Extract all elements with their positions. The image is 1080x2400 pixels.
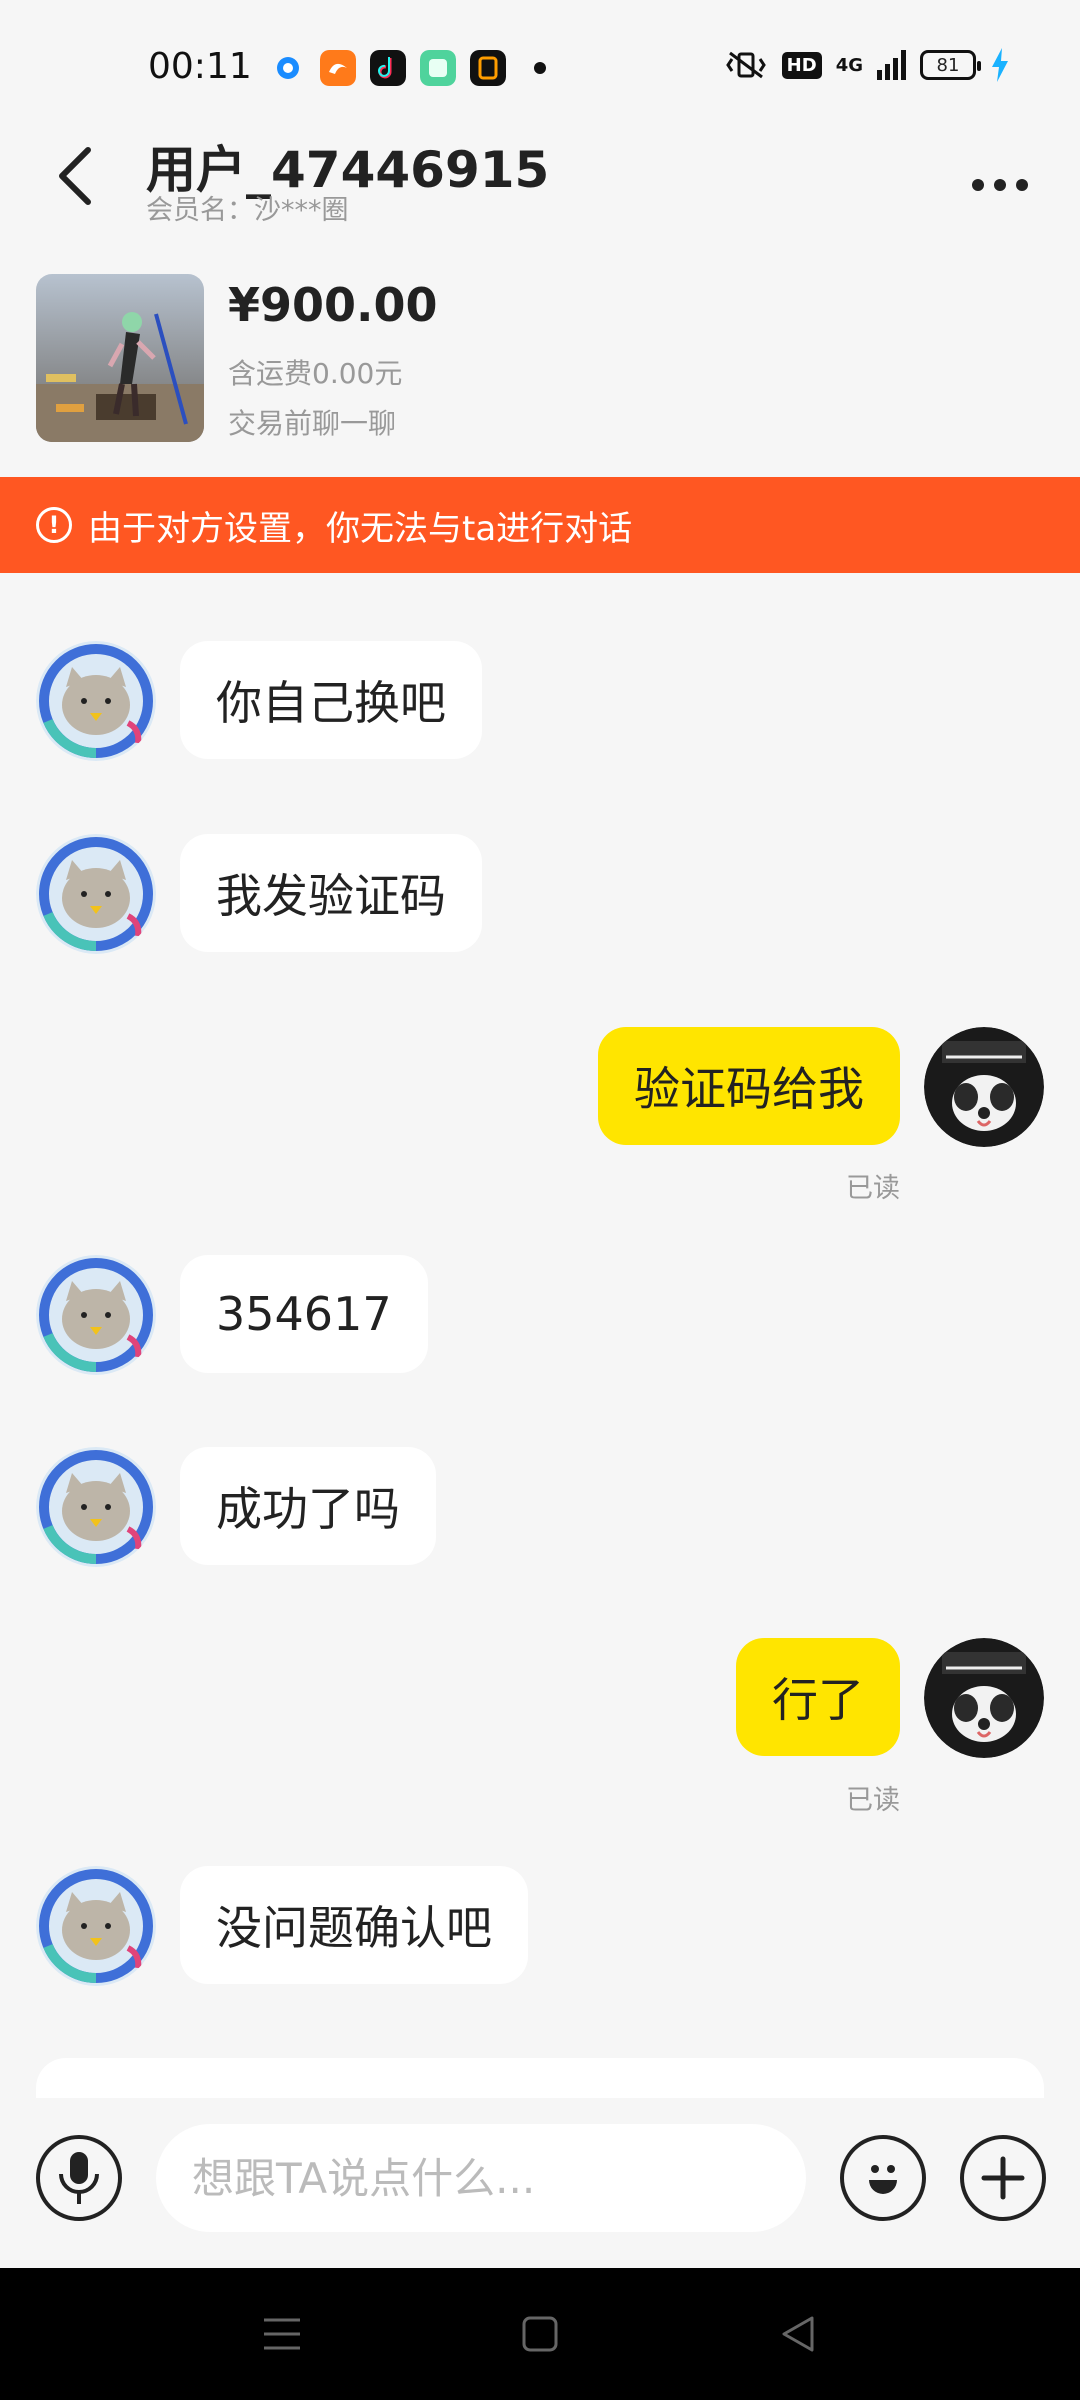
home-square-icon [522, 2316, 558, 2352]
status-bar: 00:11 HD 4G 81 [0, 0, 1080, 130]
message-bubble[interactable]: 验证码给我 [598, 1027, 900, 1145]
shipping-info: 含运费0.00元 [228, 357, 403, 390]
back-nav-button[interactable] [768, 2308, 828, 2360]
seller-avatar[interactable] [36, 1255, 156, 1375]
emoji-button[interactable] [840, 2135, 926, 2221]
warning-icon: ! [36, 507, 72, 543]
message-bubble[interactable]: 没问题确认吧 [180, 1866, 528, 1984]
warning-text: 由于对方设置，你无法与ta进行对话 [88, 508, 633, 549]
message-bubble[interactable]: 354617 [180, 1255, 428, 1373]
voice-button[interactable] [36, 2135, 122, 2221]
chat-tip: 交易前聊一聊 [228, 407, 397, 440]
input-bar [0, 2098, 1080, 2268]
message-incoming: 没问题确认吧 [36, 1866, 528, 1986]
message-incoming: 354617 [36, 1255, 428, 1375]
more-dot [972, 179, 984, 191]
product-price: ¥900.00 [228, 278, 438, 332]
back-button[interactable] [36, 136, 116, 216]
message-bubble[interactable]: 你自己换吧 [180, 641, 482, 759]
hd-badge: HD [781, 51, 822, 79]
seller-avatar[interactable] [36, 641, 156, 761]
back-triangle-icon [782, 2316, 814, 2352]
seller-avatar[interactable] [36, 1866, 156, 1986]
system-navigation-bar [0, 2268, 1080, 2400]
message-input[interactable] [156, 2124, 806, 2232]
menu-icon [264, 2318, 300, 2350]
network-type: 4G [835, 54, 863, 76]
message-incoming: 成功了吗 [36, 1447, 436, 1567]
chat-header: 用户_47446915 会员名：沙***圈 [0, 130, 1080, 260]
more-options-button[interactable] [960, 160, 1040, 210]
menu-nav-button[interactable] [252, 2308, 312, 2360]
read-status: 已读 [846, 1785, 900, 1816]
product-card[interactable]: ¥900.00 含运费0.00元 交易前聊一聊 [0, 262, 1080, 477]
microphone-icon [59, 2152, 99, 2204]
emoji-icon [869, 2165, 897, 2194]
vibrate-mute-icon [725, 51, 766, 79]
uc-browser-icon [320, 50, 356, 86]
my-avatar[interactable] [924, 1027, 1044, 1147]
tiktok-icon [370, 50, 406, 86]
message-incoming: 我发验证码 [36, 834, 482, 954]
plus-icon [981, 2156, 1025, 2200]
more-dot [994, 179, 1006, 191]
add-button[interactable] [960, 2135, 1046, 2221]
status-time: 00:11 [148, 46, 252, 87]
message-outgoing: 行了 [736, 1638, 1044, 1758]
charging-icon [992, 48, 1008, 82]
my-avatar[interactable] [924, 1638, 1044, 1758]
product-thumbnail[interactable] [36, 274, 204, 442]
seller-avatar[interactable] [36, 1447, 156, 1567]
location-dot-icon [277, 57, 299, 79]
more-dot [1016, 179, 1028, 191]
message-outgoing: 验证码给我 [598, 1027, 1044, 1147]
battery-level: 81 [936, 54, 960, 76]
message-bubble[interactable]: 成功了吗 [180, 1447, 436, 1565]
chevron-left-icon [59, 147, 91, 205]
home-nav-button[interactable] [510, 2308, 570, 2360]
signal-icon [877, 50, 906, 80]
system-status: HD 4G 81 [724, 48, 1010, 82]
read-status: 已读 [846, 1173, 900, 1204]
notification-icons [270, 50, 546, 86]
green-app-icon [420, 50, 456, 86]
battery-icon: 81 [920, 50, 981, 80]
quick-reply-panel [36, 2058, 1044, 2098]
member-name: 会员名：沙***圈 [146, 195, 349, 226]
orange-app-icon [470, 50, 506, 86]
message-bubble[interactable]: 行了 [736, 1638, 900, 1756]
message-incoming: 你自己换吧 [36, 641, 482, 761]
warning-banner: ! 由于对方设置，你无法与ta进行对话 [0, 477, 1080, 573]
seller-avatar[interactable] [36, 834, 156, 954]
message-bubble[interactable]: 我发验证码 [180, 834, 482, 952]
more-notifications-dot [534, 62, 546, 74]
